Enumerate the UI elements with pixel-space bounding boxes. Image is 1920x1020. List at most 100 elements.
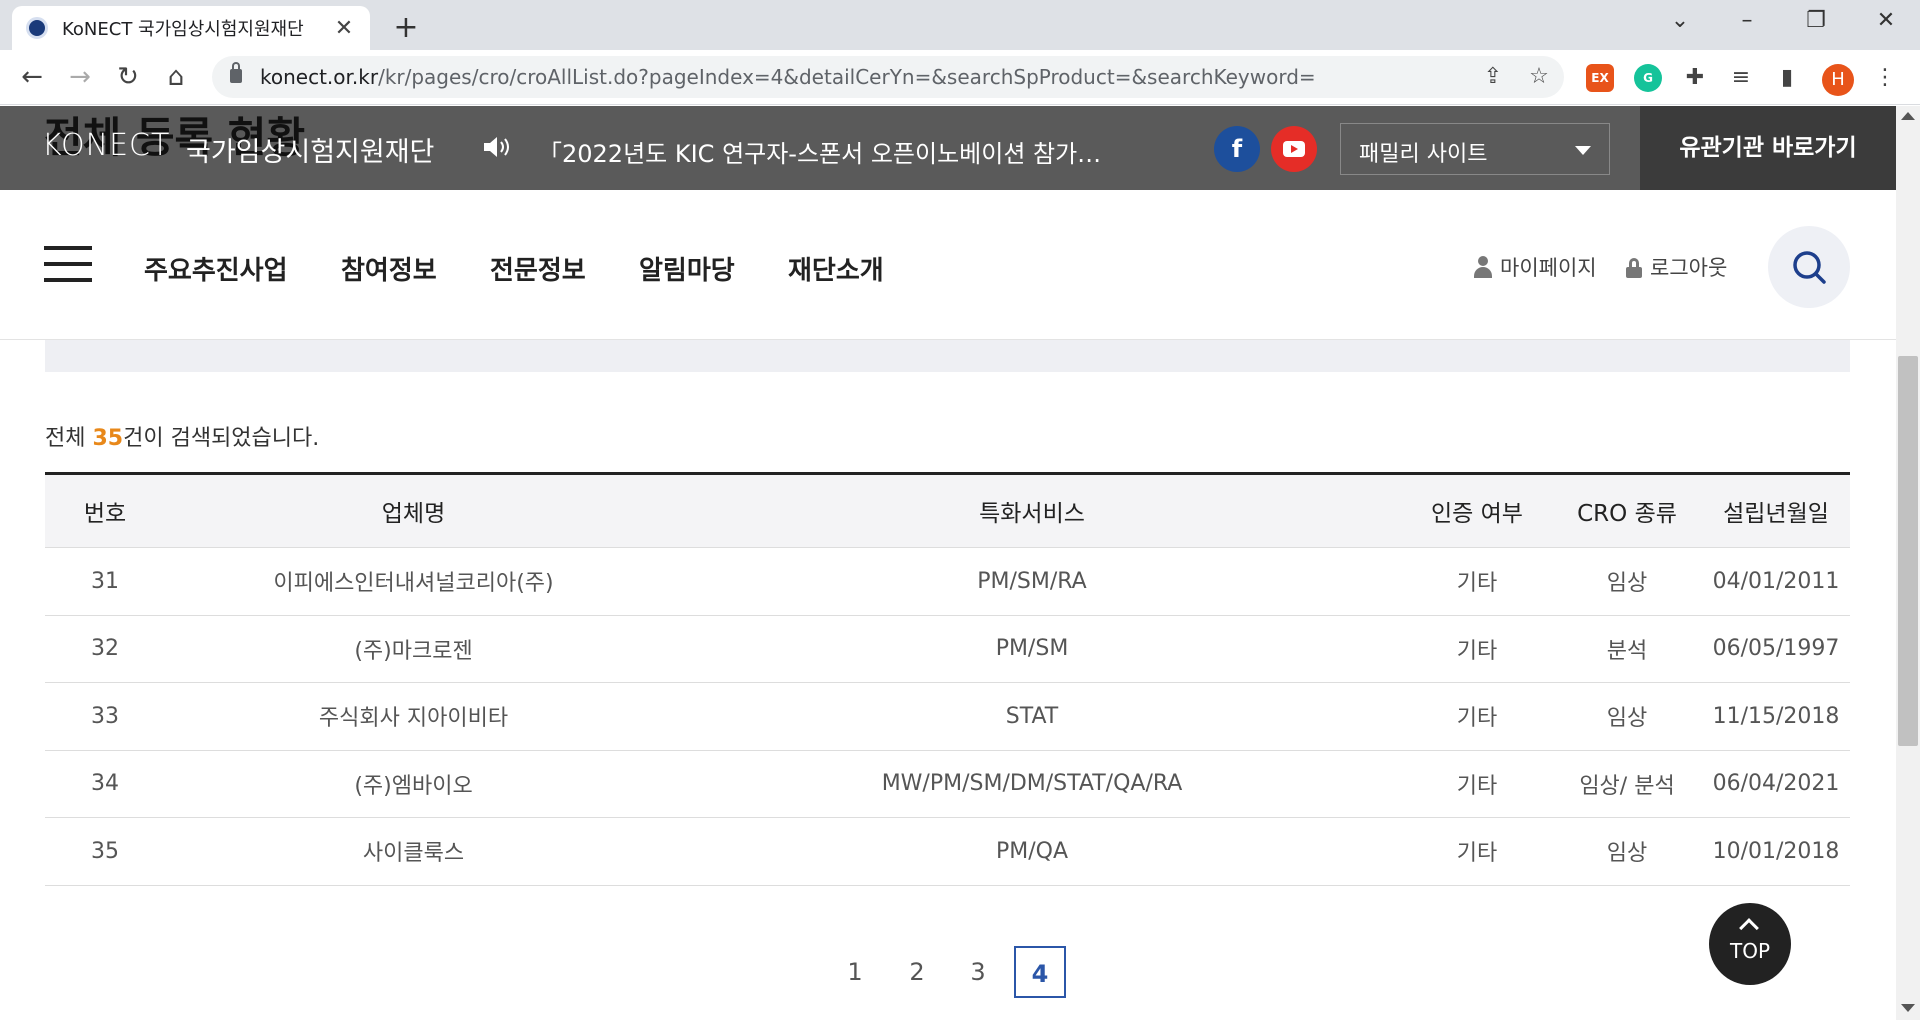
nav-item-notices[interactable]: 알림마당 xyxy=(639,250,735,287)
top-label: TOP xyxy=(1729,939,1771,963)
speaker-icon xyxy=(484,137,509,157)
cell-company[interactable]: (주)엠바이오 xyxy=(165,750,662,818)
browser-toolbar: ← → ↻ ⌂ konect.or.kr/kr/pages/cro/croAll… xyxy=(0,50,1920,105)
result-count: 전체 35건이 검색되었습니다. xyxy=(45,420,319,452)
cell-cro-type: 분석 xyxy=(1552,615,1702,683)
reload-icon[interactable]: ↻ xyxy=(110,62,146,92)
back-arrow-icon[interactable]: ← xyxy=(14,62,50,92)
cell-certified: 기타 xyxy=(1402,615,1552,683)
nav-item-about[interactable]: 재단소개 xyxy=(788,250,884,287)
cell-certified: 기타 xyxy=(1402,750,1552,818)
browser-tab[interactable]: KoNECT 국가임상시험지원재단 ✕ xyxy=(12,6,370,50)
cell-number: 32 xyxy=(45,615,165,683)
nav-item-participation[interactable]: 참여정보 xyxy=(341,250,437,287)
table-row[interactable]: 33 주식회사 지아이비타 STAT 기타 임상 11/15/2018 xyxy=(45,682,1850,751)
url-host: konect.or.kr xyxy=(260,65,379,89)
cell-service: PM/SM/RA xyxy=(662,547,1402,616)
bookmark-star-icon[interactable]: ☆ xyxy=(1524,64,1554,89)
scrollbar-thumb[interactable] xyxy=(1898,356,1918,746)
logout-label: 로그아웃 xyxy=(1650,256,1728,280)
cell-cro-type: 임상 xyxy=(1552,817,1702,886)
address-bar[interactable]: konect.or.kr/kr/pages/cro/croAllList.do?… xyxy=(212,56,1564,98)
restore-icon[interactable]: ❐ xyxy=(1796,8,1836,33)
count-value: 35 xyxy=(92,426,124,451)
cell-founded: 04/01/2011 xyxy=(1702,547,1850,616)
share-icon[interactable]: ⇪ xyxy=(1478,64,1508,89)
column-header-number: 번호 xyxy=(45,473,165,548)
media-queue-icon[interactable]: ≡ xyxy=(1726,64,1756,92)
tab-close-icon[interactable]: ✕ xyxy=(332,16,356,41)
lock-icon xyxy=(230,62,242,83)
column-header-company: 업체명 xyxy=(165,473,662,548)
forward-arrow-icon[interactable]: → xyxy=(62,62,98,92)
scroll-up-arrow-icon[interactable] xyxy=(1901,112,1915,120)
home-icon[interactable]: ⌂ xyxy=(158,62,194,92)
scroll-top-button[interactable]: TOP xyxy=(1709,903,1791,985)
extension-ex-icon[interactable]: EX xyxy=(1586,64,1614,92)
family-site-label: 패밀리 사이트 xyxy=(1359,142,1488,167)
cell-company[interactable]: 주식회사 지아이비타 xyxy=(165,682,662,751)
table-row[interactable]: 35 사이클룩스 PM/QA 기타 임상 10/01/2018 xyxy=(45,817,1850,886)
new-tab-button[interactable]: + xyxy=(390,10,422,45)
window-close-icon[interactable]: ✕ xyxy=(1866,8,1906,33)
mypage-label: 마이페이지 xyxy=(1500,256,1597,280)
cell-cro-type: 임상/ 분석 xyxy=(1552,750,1702,818)
cell-company[interactable]: 이피에스인터내셔널코리아(주) xyxy=(165,547,662,616)
youtube-icon[interactable] xyxy=(1271,126,1317,172)
url-text[interactable]: konect.or.kr/kr/pages/cro/croAllList.do?… xyxy=(260,65,1316,89)
minimize-icon[interactable]: – xyxy=(1727,8,1767,33)
cell-founded: 06/05/1997 xyxy=(1702,615,1850,683)
cell-service: MW/PM/SM/DM/STAT/QA/RA xyxy=(662,750,1402,818)
padlock-icon xyxy=(1626,258,1642,278)
cell-cro-type: 임상 xyxy=(1552,682,1702,751)
chevron-up-icon xyxy=(1739,918,1759,938)
table-row[interactable]: 31 이피에스인터내셔널코리아(주) PM/SM/RA 기타 임상 04/01/… xyxy=(45,547,1850,616)
extensions-puzzle-icon[interactable]: ✚ xyxy=(1680,64,1710,92)
page-link-4-current[interactable]: 4 xyxy=(1014,946,1066,998)
nav-item-expert-info[interactable]: 전문정보 xyxy=(490,250,586,287)
scroll-down-arrow-icon[interactable] xyxy=(1901,1004,1915,1012)
site-logo-subtitle[interactable]: 국가임상시험지원재단 xyxy=(186,130,434,169)
cell-service: PM/QA xyxy=(662,817,1402,886)
cell-number: 31 xyxy=(45,547,165,616)
cell-service: PM/SM xyxy=(662,615,1402,683)
page-link-3[interactable]: 3 xyxy=(952,946,1004,998)
side-panel-icon[interactable]: ▮ xyxy=(1772,64,1802,92)
cell-company[interactable]: (주)마크로젠 xyxy=(165,615,662,683)
chrome-menu-icon[interactable]: ⋮ xyxy=(1870,64,1900,92)
mypage-link[interactable]: 마이페이지 xyxy=(1474,252,1597,282)
cell-certified: 기타 xyxy=(1402,547,1552,616)
cell-number: 33 xyxy=(45,682,165,751)
site-search-button[interactable] xyxy=(1768,226,1850,308)
caret-down-icon xyxy=(1575,146,1591,155)
column-header-founded: 설립년월일 xyxy=(1702,473,1850,548)
cell-service: STAT xyxy=(662,682,1402,751)
cell-founded: 11/15/2018 xyxy=(1702,682,1850,751)
page-link-2[interactable]: 2 xyxy=(891,946,943,998)
site-logo[interactable]: KONECT xyxy=(42,128,170,163)
family-site-select[interactable]: 패밀리 사이트 xyxy=(1340,123,1610,175)
profile-avatar[interactable]: H xyxy=(1822,64,1854,96)
tab-title: KoNECT 국가임상시험지원재단 xyxy=(62,19,304,40)
hamburger-menu-icon[interactable] xyxy=(44,246,92,286)
tab-search-chevron-icon[interactable]: ⌄ xyxy=(1660,8,1700,33)
notice-ticker[interactable]: 「2022년도 KIC 연구자-스폰서 오픈이노베이션 참가… xyxy=(538,134,1101,169)
logout-link[interactable]: 로그아웃 xyxy=(1626,252,1727,282)
grammarly-icon[interactable]: G xyxy=(1634,64,1662,92)
person-icon xyxy=(1474,256,1492,278)
table-row[interactable]: 32 (주)마크로젠 PM/SM 기타 분석 06/05/1997 xyxy=(45,615,1850,683)
cell-company[interactable]: 사이클룩스 xyxy=(165,817,662,886)
column-header-service: 특화서비스 xyxy=(662,473,1402,548)
facebook-icon[interactable]: f xyxy=(1214,126,1260,172)
cell-number: 34 xyxy=(45,750,165,818)
related-orgs-button[interactable]: 유관기관 바로가기 xyxy=(1640,106,1896,190)
browser-tab-bar: KoNECT 국가임상시험지원재단 ✕ + ⌄ – ❐ ✕ xyxy=(0,0,1920,50)
page-link-1[interactable]: 1 xyxy=(829,946,881,998)
column-header-certified: 인증 여부 xyxy=(1402,473,1552,548)
table-row[interactable]: 34 (주)엠바이오 MW/PM/SM/DM/STAT/QA/RA 기타 임상/… xyxy=(45,750,1850,818)
nav-item-projects[interactable]: 주요추진사업 xyxy=(144,250,288,287)
cell-certified: 기타 xyxy=(1402,817,1552,886)
cro-list-table: 번호 업체명 특화서비스 인증 여부 CRO 종류 설립년월일 31 이피에스인… xyxy=(45,472,1850,886)
count-suffix: 건이 검색되었습니다. xyxy=(123,426,320,451)
cell-founded: 10/01/2018 xyxy=(1702,817,1850,886)
